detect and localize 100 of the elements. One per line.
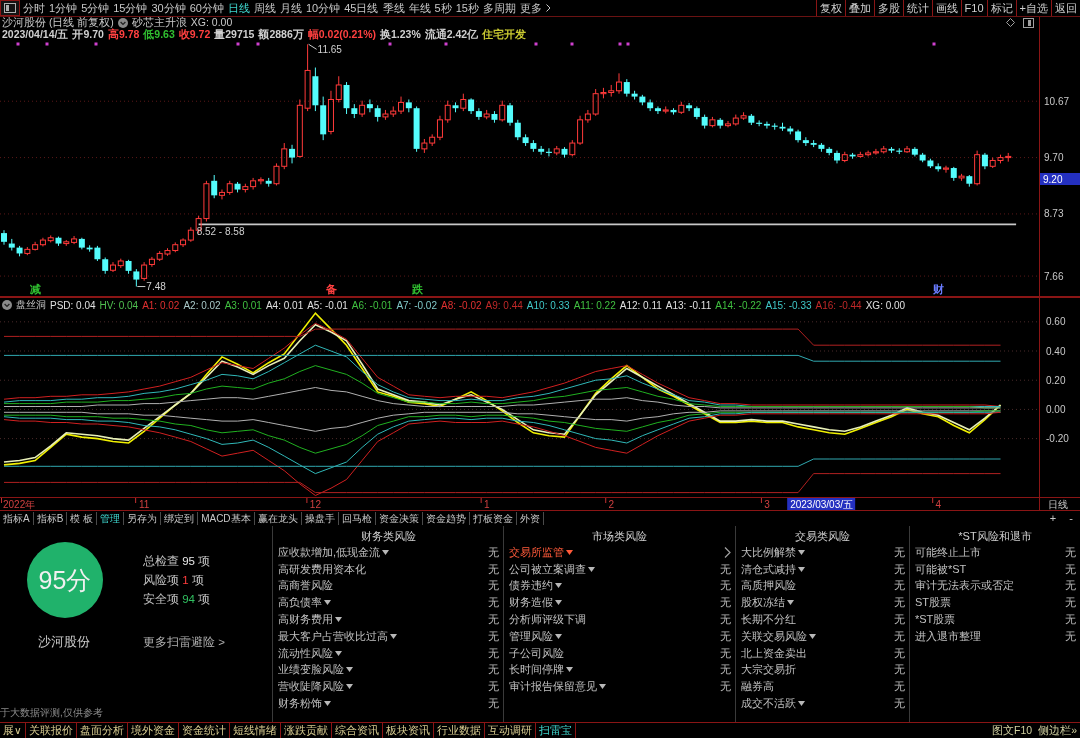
axis-label: 9.70 [1044, 152, 1064, 164]
risk-item: 分析师评级下调 [509, 612, 586, 628]
risk-item: 财务粉饰 [278, 696, 322, 712]
risk-result: 无 [1065, 561, 1076, 577]
stat-line: 总检查 95 项 [143, 554, 211, 569]
year-label: 2022年 [3, 499, 36, 510]
risk-item: 公司被立案调查 [509, 561, 586, 577]
risk-item: 高负债率 [278, 595, 322, 611]
quote-field: 量29715 [214, 28, 255, 40]
risk-result: 无 [488, 578, 499, 594]
risk-item: 高质押风险 [741, 578, 796, 594]
period-label: 日线 [1048, 499, 1068, 510]
disclaimer-text: 于大数据评测,仅供参考 [0, 706, 103, 720]
legend-value: A13: -0.11 [665, 299, 712, 311]
indicator-reading: XG: 0.00 [190, 17, 233, 29]
axis-label: 0.40 [1046, 345, 1066, 357]
risk-result: 无 [894, 561, 905, 577]
risk-item: 最大客户占营收比过高 [278, 628, 388, 644]
stat-line: 风险项 1 项 [143, 573, 204, 588]
legend-value: A9: 0.44 [485, 299, 523, 311]
risk-result: 无 [488, 645, 499, 661]
risk-result: 无 [1065, 578, 1076, 594]
indicator-title: 盘丝洞 [16, 298, 46, 312]
risk-result: 无 [894, 645, 905, 661]
category-title: 交易类风险 [795, 529, 850, 544]
legend-value: XG: 0.00 [865, 299, 906, 311]
risk-item: 子公司风险 [509, 645, 564, 661]
quote-field: 流通2.42亿 [424, 28, 479, 40]
risk-result: 无 [1065, 628, 1076, 644]
axis-label: 10.67 [1044, 95, 1070, 107]
risk-result: 无 [1065, 544, 1076, 560]
risk-result: 无 [894, 662, 905, 678]
risk-item: 可能被*ST [915, 561, 967, 577]
risk-item: 进入退市整理 [915, 628, 981, 644]
risk-result: 无 [720, 679, 731, 695]
stat-line: 安全项 94 项 [143, 592, 211, 607]
risk-result: 无 [1065, 612, 1076, 628]
legend-value: A7: -0.02 [396, 299, 437, 311]
risk-result: 无 [488, 544, 499, 560]
quote-field: 2023/04/14/五 [2, 28, 69, 40]
quote-field: 幅0.02(0.21%) [307, 28, 376, 40]
risk-result: 无 [894, 696, 905, 712]
risk-item: 交易所监管 [509, 544, 564, 560]
risk-result: 无 [720, 578, 731, 594]
risk-item: 高财务费用 [278, 612, 333, 628]
legend-value: A15: -0.33 [765, 299, 812, 311]
legend-value: A3: 0.01 [224, 299, 262, 311]
event-label: 财 [933, 283, 945, 295]
risk-item: 业绩变脸风险 [278, 662, 344, 678]
axis-label: 7.66 [1044, 270, 1064, 282]
risk-item: 审计无法表示或否定 [915, 578, 1014, 594]
risk-item: 流动性风险 [278, 645, 333, 661]
date-label: 11 [138, 499, 150, 510]
date-label: 2 [608, 499, 614, 510]
risk-item: 债券违约 [509, 578, 553, 594]
risk-item: 审计报告保留意见 [509, 679, 597, 695]
risk-item: 高研发费用资本化 [278, 561, 366, 577]
risk-result: 无 [720, 662, 731, 678]
risk-result: 无 [488, 662, 499, 678]
risk-item: 融券高 [741, 679, 774, 695]
legend-value: A1: 0.02 [142, 299, 180, 311]
legend-value: A10: 0.33 [526, 299, 570, 311]
quote-field: 高9.78 [107, 28, 140, 40]
risk-item: 应收款增加,低现金流 [278, 544, 381, 560]
price-annotation: 8.52 - 8.58 [196, 226, 245, 238]
risk-item: 高商誉风险 [278, 578, 333, 594]
axis-label: 8.73 [1044, 208, 1064, 220]
risk-result: 无 [488, 612, 499, 628]
risk-item: 北上资金卖出 [741, 645, 807, 661]
risk-item: 清仓式减持 [741, 561, 796, 577]
axis-label: 0.60 [1046, 316, 1066, 328]
risk-result: 无 [488, 679, 499, 695]
risk-item: ST股票 [915, 595, 952, 611]
risk-result: 无 [720, 561, 731, 577]
risk-item: 长期不分红 [741, 612, 796, 628]
risk-result: 无 [894, 578, 905, 594]
stock-name: 沙河股份 [37, 633, 91, 651]
risk-result: 无 [720, 645, 731, 661]
legend-value: A14: -0.22 [715, 299, 762, 311]
legend-value: A12: 0.11 [619, 299, 662, 311]
axis-label: -0.20 [1046, 433, 1069, 445]
risk-item: 财务造假 [509, 595, 553, 611]
score-badge: 95分 [27, 542, 103, 618]
risk-result: 无 [720, 628, 731, 644]
legend-value: A2: 0.02 [183, 299, 221, 311]
risk-item: 成交不活跃 [741, 696, 796, 712]
risk-item: 营收陡降风险 [278, 679, 344, 695]
risk-item: 关联交易风险 [741, 628, 807, 644]
risk-result: 无 [894, 679, 905, 695]
price-annotation: 11.65 [317, 44, 342, 56]
risk-item: 大宗交易折 [741, 662, 796, 678]
date-cursor-label: 2023/03/03/五 [787, 498, 856, 510]
risk-item: 大比例解禁 [741, 544, 796, 560]
risk-item: 管理风险 [509, 628, 553, 644]
risk-result: 无 [894, 595, 905, 611]
category-title: 市场类风险 [592, 529, 647, 544]
legend-value: HV: 0.04 [99, 299, 139, 311]
quote-field: 低9.63 [143, 28, 175, 40]
quote-field: 住宅开发 [482, 28, 527, 40]
risk-result: 无 [488, 561, 499, 577]
